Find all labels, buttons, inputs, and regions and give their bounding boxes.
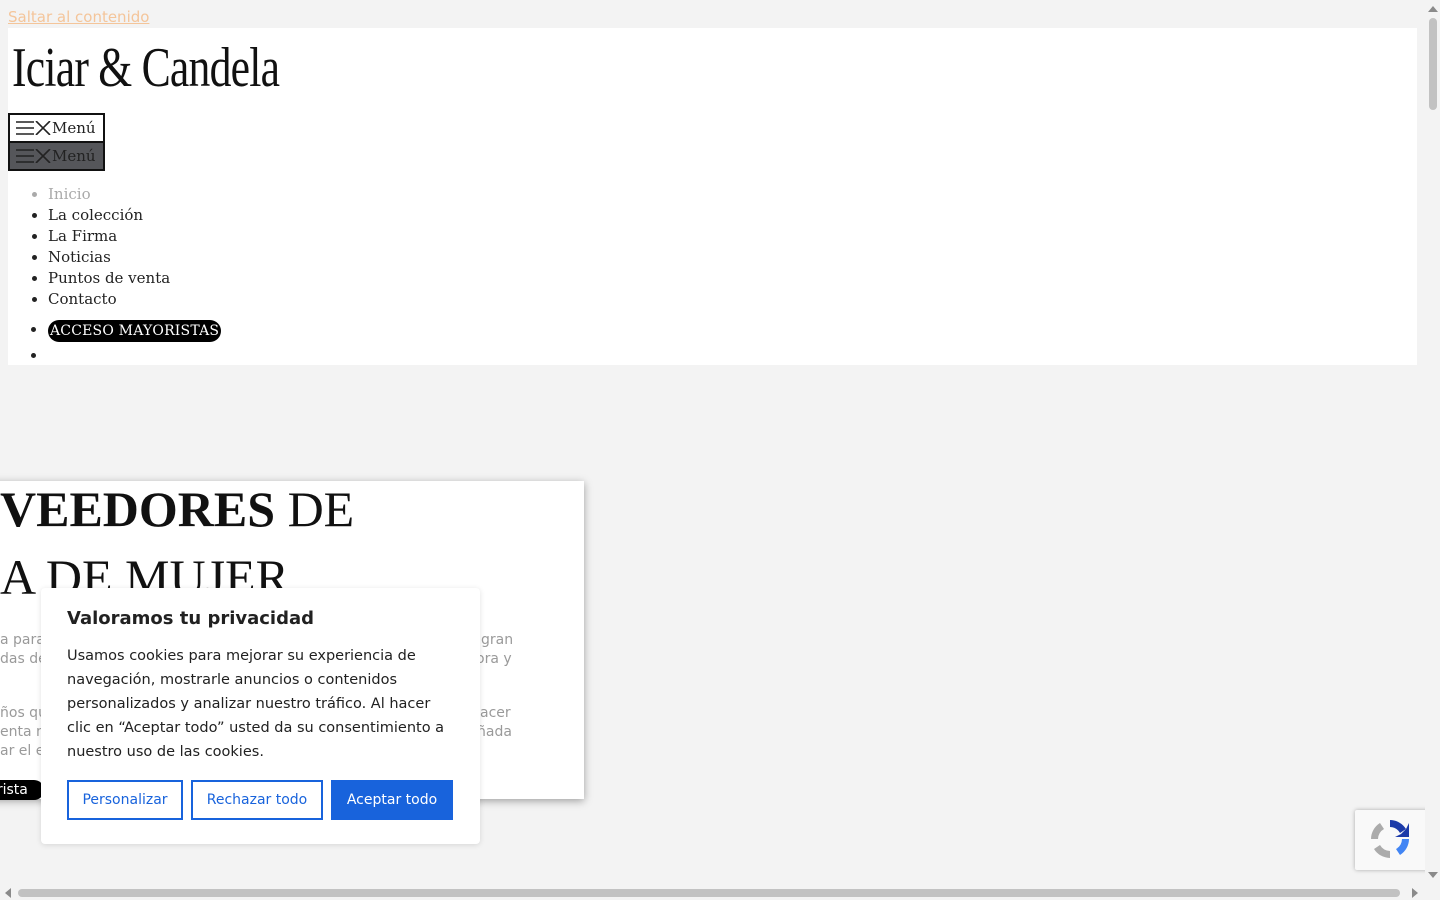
cookie-text: Usamos cookies para mejorar su experienc… [67, 648, 445, 760]
menu-toggle-label: Menú [52, 119, 96, 137]
site-logo[interactable]: Iciar & Candela [12, 34, 280, 102]
nav-item-empty [48, 343, 221, 369]
recaptcha-badge[interactable] [1355, 810, 1430, 870]
hero-paragraph-fragment: gran [481, 632, 514, 648]
site-header: Iciar & Candela Menú Menú Inicio La cole… [8, 28, 1417, 365]
menu-toggle-button-active[interactable]: Menú [8, 141, 105, 171]
nav-item-puntos-de-venta[interactable]: Puntos de venta [48, 268, 170, 289]
main-nav: Inicio La colección La Firma Noticias Pu… [48, 184, 170, 310]
hero-paragraph-fragment: acer [480, 705, 511, 721]
scroll-down-arrow-icon[interactable] [1428, 872, 1438, 878]
vertical-scroll-thumb[interactable] [1429, 18, 1437, 110]
scroll-right-arrow-icon[interactable] [1412, 888, 1418, 898]
customize-button[interactable]: Personalizar [67, 780, 183, 820]
hamburger-icon [16, 121, 34, 135]
hero-mayorista-button[interactable]: yorista [0, 780, 44, 800]
reject-all-button[interactable]: Rechazar todo [191, 780, 323, 820]
nav-item-la-firma[interactable]: La Firma [48, 226, 170, 247]
cookie-consent-banner: Valoramos tu privacidad Usamos cookies p… [41, 588, 480, 844]
hero-paragraph-fragment: ar el e [0, 743, 45, 759]
recaptcha-icon [1371, 820, 1409, 858]
hero-paragraph-fragment: ñada [477, 724, 512, 740]
acceso-mayoristas-button[interactable]: ACCESO MAYORISTAS [48, 320, 222, 342]
cookie-title: Valoramos tu privacidad [67, 608, 315, 629]
horizontal-scrollbar[interactable] [0, 885, 1425, 900]
nav-item-contacto[interactable]: Contacto [48, 289, 170, 310]
accept-all-button[interactable]: Aceptar todo [331, 780, 453, 820]
hero-paragraph-fragment: a para [0, 632, 45, 648]
horizontal-scroll-thumb[interactable] [18, 889, 1400, 897]
hero-paragraph-fragment: das de [0, 651, 47, 667]
nav-item-acceso: ACCESO MAYORISTAS [48, 317, 222, 343]
menu-toggle-button[interactable]: Menú [8, 113, 105, 143]
scroll-left-arrow-icon[interactable] [5, 888, 11, 898]
nav-extra: ACCESO MAYORISTAS [48, 317, 222, 369]
menu-toggle-label: Menú [52, 147, 96, 165]
hero-paragraph-fragment: ños qu [0, 705, 47, 721]
vertical-scrollbar[interactable] [1425, 0, 1440, 900]
skip-to-content-link[interactable]: Saltar al contenido [8, 8, 149, 26]
hero-paragraph-fragment: ora y [476, 651, 512, 667]
close-icon [35, 121, 51, 135]
hamburger-icon [16, 149, 34, 163]
nav-item-la-coleccion[interactable]: La colección [48, 205, 170, 226]
nav-item-noticias[interactable]: Noticias [48, 247, 170, 268]
scroll-up-arrow-icon[interactable] [1428, 6, 1438, 12]
hero-heading-line1: VEEDORES DE [0, 481, 355, 537]
nav-item-inicio[interactable]: Inicio [48, 184, 170, 205]
close-icon [35, 149, 51, 163]
